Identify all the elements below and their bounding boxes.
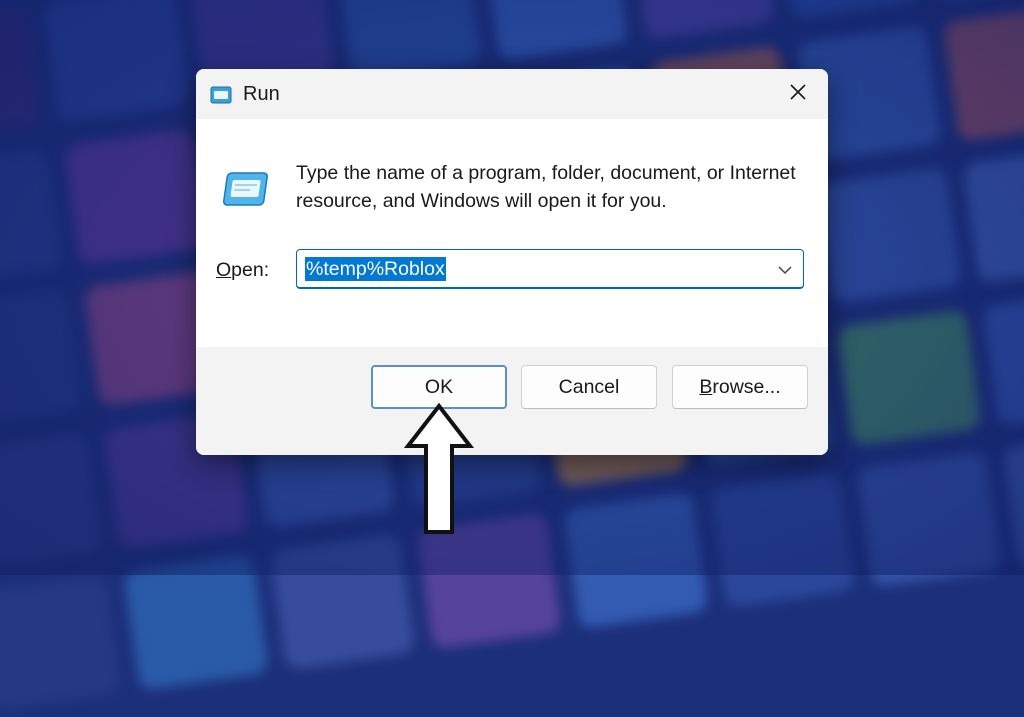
dialog-titlebar[interactable]: Run xyxy=(196,69,828,119)
browse-label-rest: rowse... xyxy=(712,375,781,398)
cancel-button[interactable]: Cancel xyxy=(521,365,657,409)
browse-button[interactable]: Browse... xyxy=(672,365,808,409)
open-label: Open: xyxy=(216,259,269,282)
close-icon xyxy=(789,83,807,106)
run-app-icon xyxy=(210,86,232,109)
dialog-content: Type the name of a program, folder, docu… xyxy=(196,119,828,347)
open-combobox[interactable]: %temp%Roblox xyxy=(296,249,804,289)
close-button[interactable] xyxy=(768,69,828,119)
open-label-accesskey: O xyxy=(216,259,232,281)
open-input-value[interactable]: %temp%Roblox xyxy=(305,257,446,281)
up-arrow-pointer-icon xyxy=(403,402,475,543)
chevron-down-icon[interactable] xyxy=(777,263,793,281)
run-dialog: Run Type the name of a program, folder, … xyxy=(196,69,828,455)
browse-accesskey: B xyxy=(699,375,713,398)
dialog-footer: OK Cancel Browse... xyxy=(196,347,828,455)
run-program-icon xyxy=(220,171,270,214)
dialog-description: Type the name of a program, folder, docu… xyxy=(296,162,796,212)
dialog-title: Run xyxy=(243,83,280,105)
open-label-rest: pen: xyxy=(231,259,270,281)
